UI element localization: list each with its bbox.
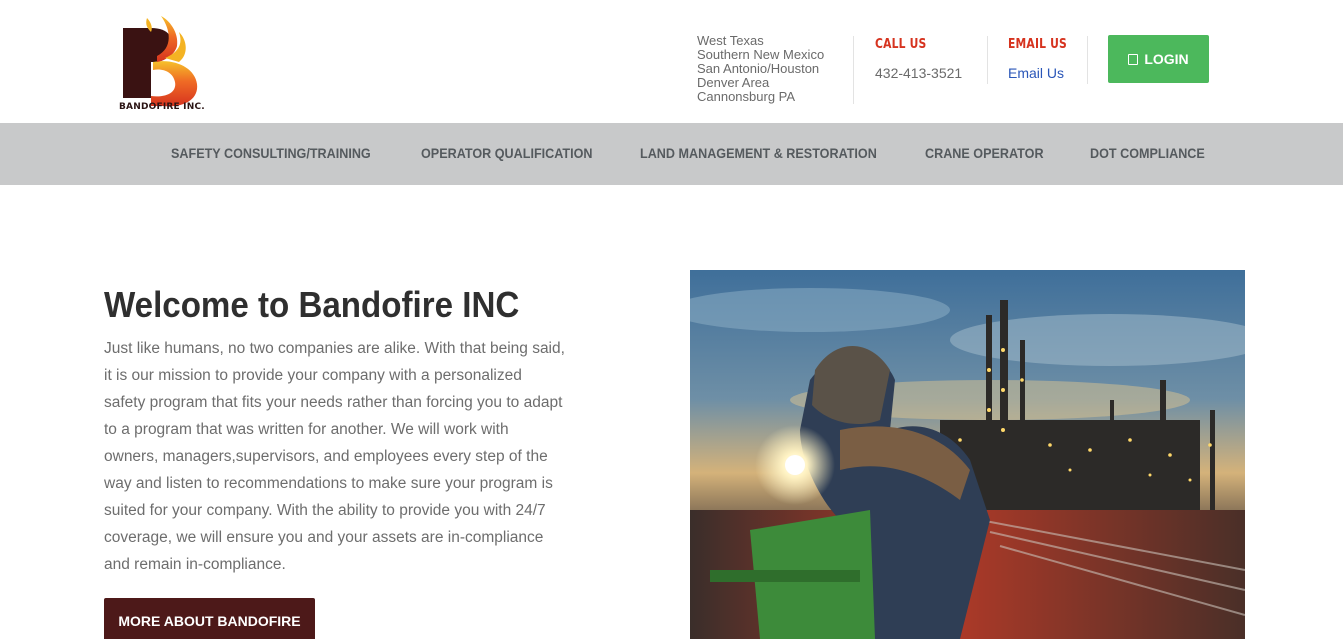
call-us-label: CALL US xyxy=(875,37,927,52)
more-about-button[interactable]: MORE ABOUT BANDOFIRE xyxy=(104,598,315,639)
phone-number[interactable]: 432-413-3521 xyxy=(875,65,962,81)
main-nav: SAFETY CONSULTING/TRAINING OPERATOR QUAL… xyxy=(0,123,1343,185)
login-icon xyxy=(1128,53,1139,65)
intro-paragraph: Just like humans, no two companies are a… xyxy=(104,340,565,573)
service-locations: West Texas Southern New Mexico San Anton… xyxy=(697,34,847,104)
nav-item-operator-qualification[interactable]: OPERATOR QUALIFICATION xyxy=(421,145,593,161)
header-divider xyxy=(1087,36,1088,84)
header-divider xyxy=(853,36,854,104)
location-item: Denver Area xyxy=(697,75,770,90)
nav-item-crane-operator[interactable]: CRANE OPERATOR xyxy=(925,145,1044,161)
location-item: West Texas xyxy=(697,33,764,48)
hero-image-welder-refinery xyxy=(690,270,1245,639)
nav-item-safety-consulting[interactable]: SAFETY CONSULTING/TRAINING xyxy=(171,145,371,161)
nav-item-land-management[interactable]: LAND MANAGEMENT & RESTORATION xyxy=(640,145,877,161)
login-button[interactable]: LOGIN xyxy=(1108,35,1209,83)
login-label: LOGIN xyxy=(1144,51,1189,67)
nav-item-dot-compliance[interactable]: DOT COMPLIANCE xyxy=(1090,145,1205,161)
location-item: San Antonio/Houston xyxy=(697,61,820,76)
site-header: BANDOFIRE INC. West Texas Southern New M… xyxy=(0,0,1343,123)
email-us-label: EMAIL US xyxy=(1008,37,1067,52)
logo-text: BANDOFIRE INC. xyxy=(119,102,205,112)
location-item: Cannonsburg PA xyxy=(697,89,796,104)
bandofire-logo[interactable] xyxy=(117,8,207,116)
header-divider xyxy=(987,36,988,84)
page-title: Welcome to Bandofire INC xyxy=(104,284,520,325)
location-item: Southern New Mexico xyxy=(697,47,825,62)
email-link[interactable]: Email Us xyxy=(1008,65,1064,81)
